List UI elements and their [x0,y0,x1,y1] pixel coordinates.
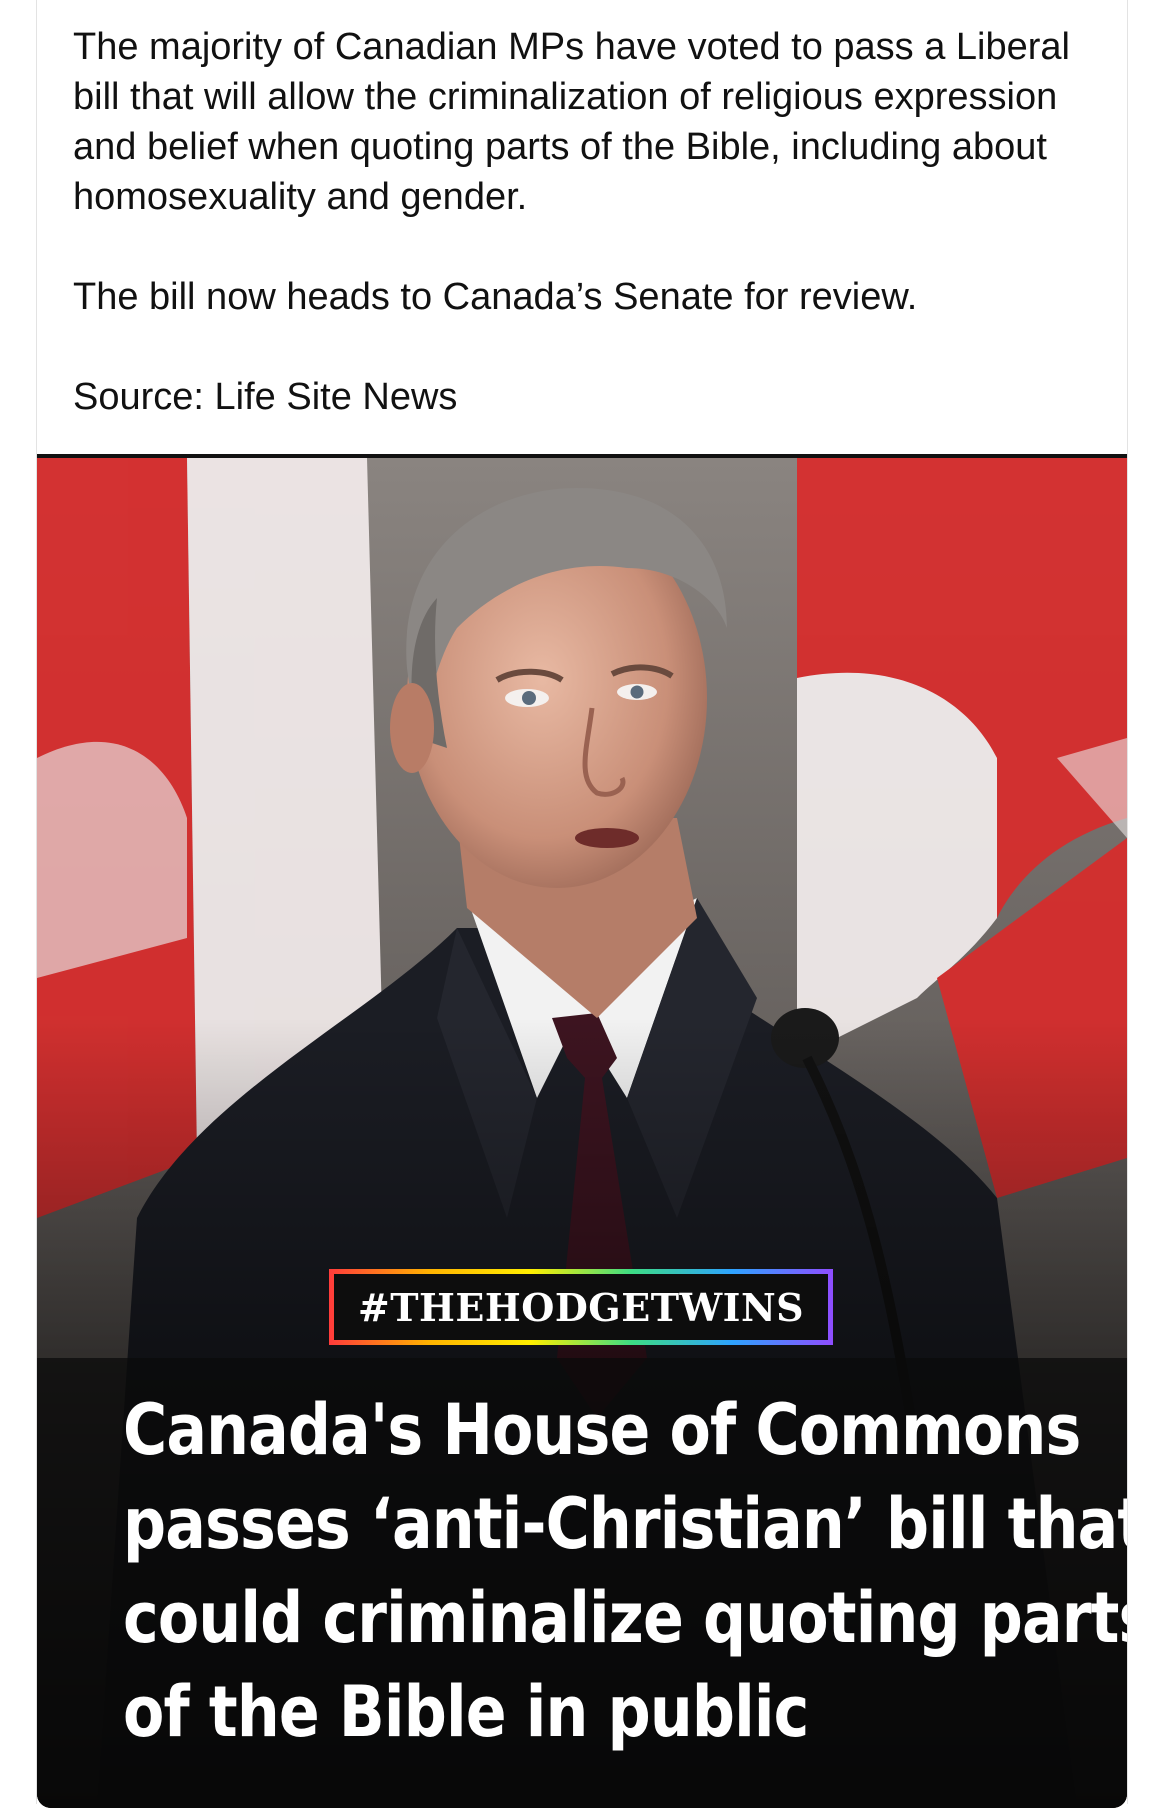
hashtag-text: #THEHODGETWINS [334,1274,828,1340]
headline-line: Canada's House of Commons [123,1389,1081,1471]
post-image[interactable]: #THEHODGETWINS Canada's House of Commons… [37,454,1127,1808]
post-paragraph-senate: The bill now heads to Canada’s Senate fo… [73,276,918,318]
image-headline: Canada's House of Commons passes ‘anti-C… [123,1383,1127,1759]
post-card: The majority of Canadian MPs have voted … [36,0,1128,1808]
headline-line: passes ‘anti-Christian’ bill that [123,1483,1127,1565]
post-text: The majority of Canadian MPs have voted … [73,22,1113,422]
headline-line: could criminalize quoting parts [123,1577,1127,1659]
headline-line: of the Bible in public [123,1671,809,1753]
post-paragraph-source: Source: Life Site News [73,376,458,418]
post-paragraph-main: The majority of Canadian MPs have voted … [73,26,1070,218]
hashtag-badge: #THEHODGETWINS [329,1269,833,1345]
